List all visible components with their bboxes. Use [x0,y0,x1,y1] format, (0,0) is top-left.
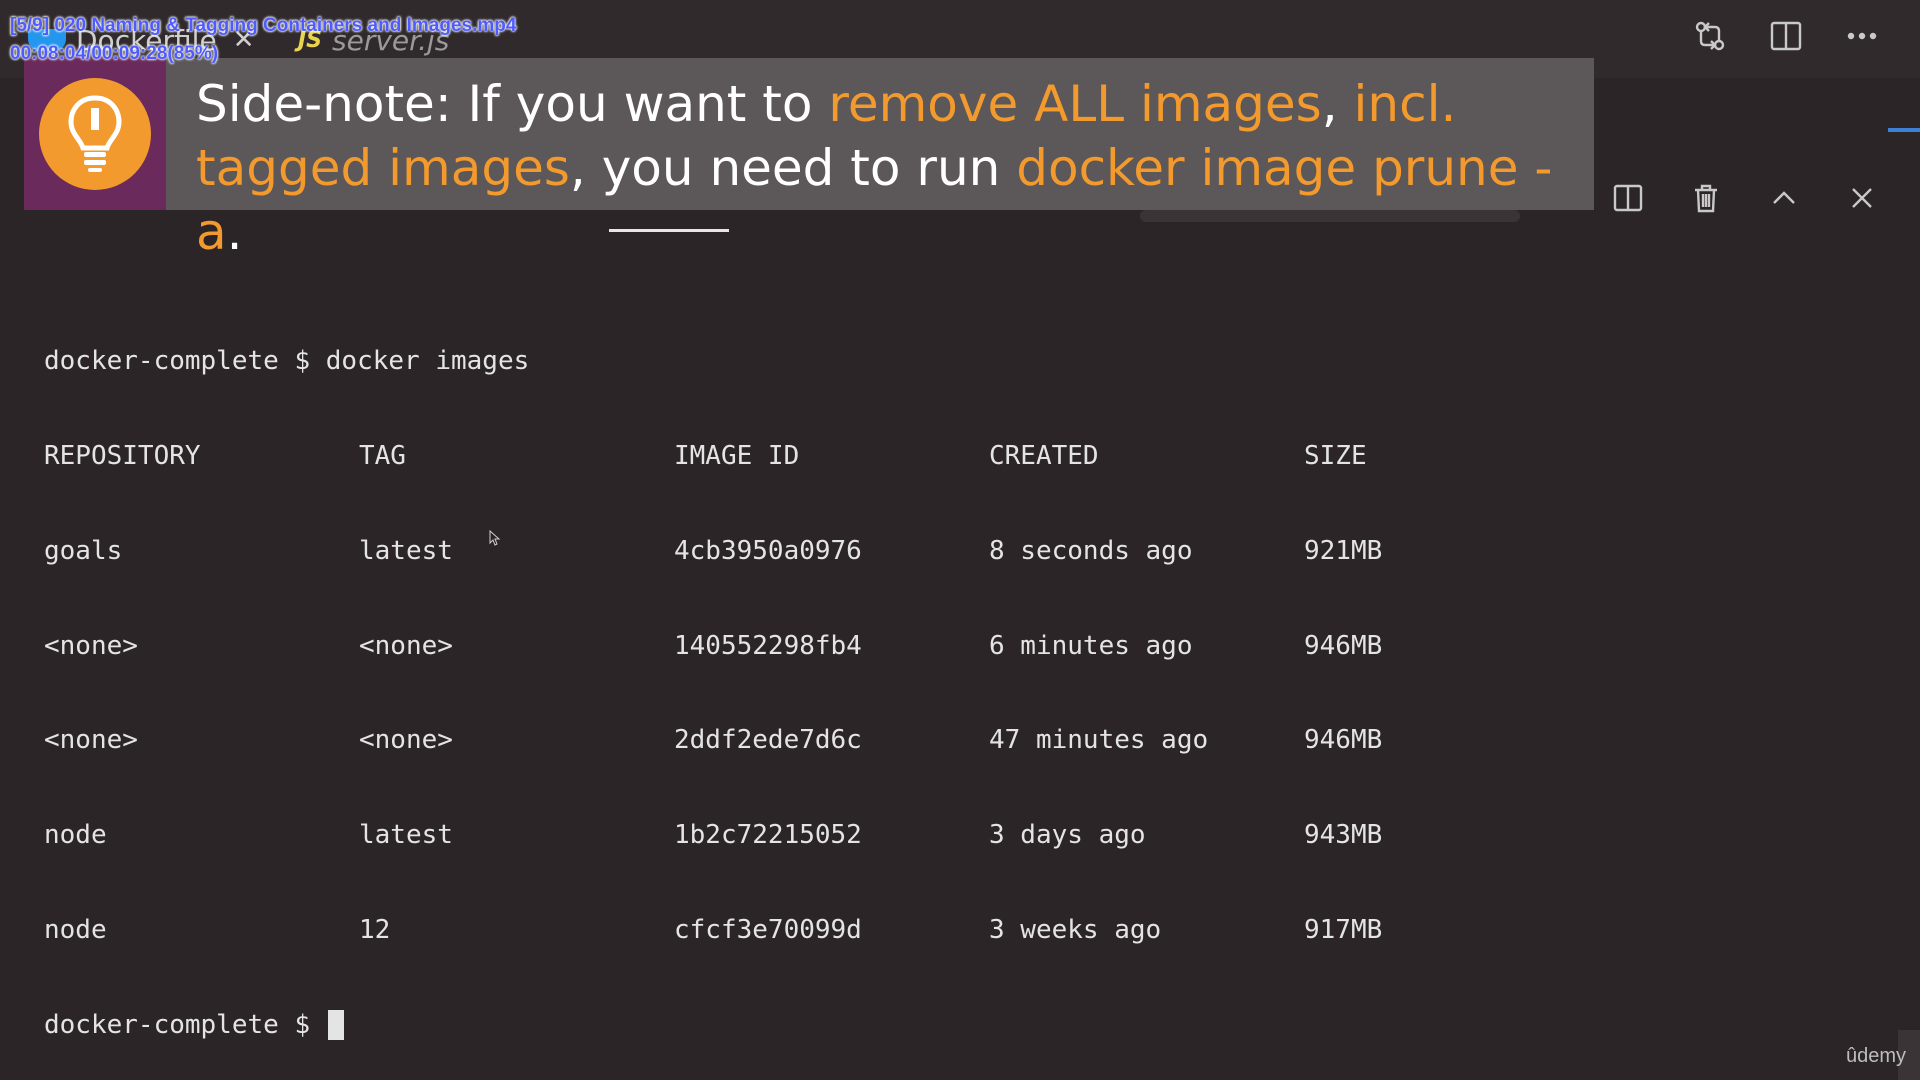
side-note-highlight: remove ALL images [828,75,1322,133]
terminal-panel-actions [1610,180,1880,216]
minimap-marker [1888,128,1920,132]
cell-tag: <none> [359,725,453,756]
screen: Dockerfile ✕ JS server.js [5/9] 020 Nami… [0,0,1920,1080]
header-repository: REPOSITORY [44,440,201,471]
table-row: <none> <none> 2ddf2ede7d6c 47 minutes ag… [44,725,1424,757]
cell-size: 946MB [1304,630,1383,661]
cell-image-id: 4cb3950a0976 [674,535,862,566]
side-note-part: Side-note: If you want to [196,75,829,133]
cell-created: 3 days ago [989,820,1146,851]
mouse-pointer-icon [489,529,501,550]
cell-size: 917MB [1304,914,1383,945]
table-header-row: REPOSITORY TAG IMAGE ID CREATED SIZE [44,441,1424,473]
trash-icon[interactable] [1688,180,1724,216]
cell-tag: latest [359,820,453,851]
cell-size: 946MB [1304,725,1383,756]
header-created: CREATED [989,440,1099,471]
video-time: 00:08:04/00:09:28(85%) [10,43,219,64]
cell-repository: node [44,914,107,945]
cell-tag: latest [359,535,453,566]
terminal-command: docker images [325,346,530,377]
cell-image-id: 2ddf2ede7d6c [674,725,862,756]
split-editor-icon[interactable] [1768,18,1804,54]
terminal-output[interactable]: docker-complete $ docker images REPOSITO… [44,283,1424,1080]
terminal-prompt: docker-complete $ [44,346,326,377]
cell-size: 943MB [1304,820,1383,851]
split-terminal-icon[interactable] [1610,180,1646,216]
side-note-part: , you need to run [569,139,1017,197]
side-note-text: Side-note: If you want to remove ALL ima… [166,58,1594,261]
video-title: [5/9] 020 Naming & Tagging Containers an… [10,15,517,36]
cell-repository: node [44,820,107,851]
table-row: node 12 cfcf3e70099d 3 weeks ago 917MB [44,915,1424,947]
side-note-part: , [1321,75,1354,133]
cell-created: 6 minutes ago [989,630,1193,661]
side-note-icon-box [24,58,166,210]
cell-size: 921MB [1304,535,1383,566]
terminal-prompt: docker-complete $ [44,1009,326,1040]
table-row: goals latest 4cb3950a0976 8 seconds ago … [44,536,1424,568]
active-panel-tab-indicator [609,229,729,232]
cell-tag: <none> [359,630,453,661]
video-info-overlay: [5/9] 020 Naming & Tagging Containers an… [10,12,516,68]
header-image-id: IMAGE ID [674,440,800,471]
cell-image-id: cfcf3e70099d [674,914,862,945]
terminal-input-line[interactable]: docker-complete $ [44,1009,1424,1042]
source-control-icon[interactable] [1692,18,1728,54]
more-icon[interactable] [1844,18,1880,54]
cell-image-id: 1b2c72215052 [674,820,862,851]
cell-repository: <none> [44,630,138,661]
header-tag: TAG [359,440,406,471]
cell-created: 8 seconds ago [989,535,1193,566]
chevron-up-icon[interactable] [1766,180,1802,216]
editor-actions [1692,18,1880,54]
udemy-watermark: ûdemy [1845,1045,1906,1067]
side-note-part: . [226,203,243,261]
cell-created: 47 minutes ago [989,725,1209,756]
cell-tag: 12 [359,914,391,945]
table-row: node latest 1b2c72215052 3 days ago 943M… [44,820,1424,852]
cell-repository: goals [44,535,123,566]
table-row: <none> <none> 140552298fb4 6 minutes ago… [44,631,1424,663]
cell-image-id: 140552298fb4 [674,630,862,661]
side-note-banner: Side-note: If you want to remove ALL ima… [24,58,1594,261]
terminal-command-line: docker-complete $ docker images [44,346,1424,378]
lightbulb-icon [39,78,151,190]
cell-created: 3 weeks ago [989,914,1162,945]
panel-tab-strip [1140,210,1520,222]
cell-repository: <none> [44,725,138,756]
close-icon[interactable] [1844,180,1880,216]
header-size: SIZE [1304,440,1367,471]
terminal-cursor [327,1009,344,1040]
